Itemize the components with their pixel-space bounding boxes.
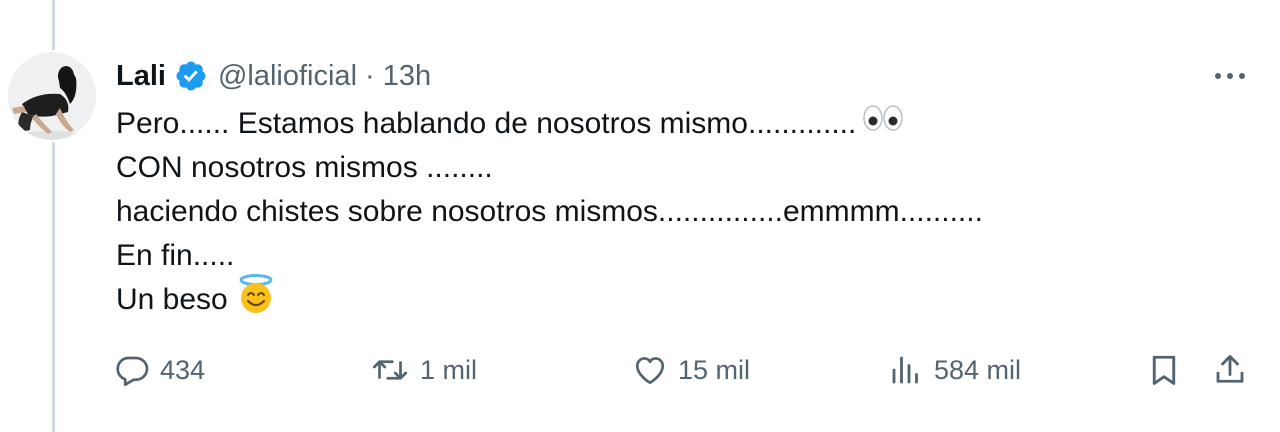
views-button[interactable]: 584 mil (888, 346, 1021, 394)
tweet-line: Pero...... Estamos hablando de nosotros … (116, 102, 1216, 146)
tweet-line-text: Un beso (116, 283, 228, 316)
share-icon (1212, 352, 1248, 388)
retweet-count: 1 mil (420, 354, 478, 385)
timestamp[interactable]: 13h (383, 60, 431, 93)
tweet-line: Un beso (116, 273, 1216, 322)
tweet[interactable]: Lali @lalioficial · 13h Pero...... Estam… (0, 0, 1280, 432)
reply-icon (114, 352, 150, 388)
tweet-line: En fin..... (116, 234, 1216, 278)
retweet-button[interactable]: 1 mil (370, 346, 477, 394)
tweet-actions: 434 1 mil 15 mil 584 mil (0, 346, 1280, 394)
views-count: 584 mil (934, 354, 1022, 385)
avatar[interactable] (8, 52, 96, 140)
share-button[interactable] (1212, 346, 1248, 394)
author-handle[interactable]: @lalioficial (218, 60, 357, 93)
avatar-photo (8, 52, 96, 140)
author-name[interactable]: Lali (116, 60, 166, 93)
more-icon[interactable] (1208, 62, 1252, 90)
tweet-line: CON nosotros mismos ........ (116, 146, 1216, 190)
like-button[interactable]: 15 mil (632, 346, 750, 394)
tweet-line-text: CON nosotros mismos ........ (116, 151, 493, 184)
tweet-header: Lali @lalioficial · 13h (116, 56, 431, 96)
smiling-face-with-halo-emoji (234, 273, 278, 327)
tweet-text: Pero...... Estamos hablando de nosotros … (116, 102, 1216, 322)
bookmark-button[interactable] (1146, 346, 1182, 394)
tweet-line-text: Pero...... Estamos hablando de nosotros … (116, 107, 857, 140)
more-dot (1227, 73, 1233, 79)
retweet-icon (370, 352, 410, 388)
like-count: 15 mil (678, 354, 751, 385)
tweet-line-text: haciendo chistes sobre nosotros mismos..… (116, 195, 983, 228)
bookmark-icon (1146, 352, 1182, 388)
reply-button[interactable]: 434 (114, 346, 205, 394)
more-dot (1215, 73, 1221, 79)
separator-dot: · (365, 59, 375, 92)
heart-icon (632, 352, 668, 388)
views-icon (888, 352, 924, 388)
tweet-line-text: En fin..... (116, 239, 235, 272)
eyes-emoji (862, 102, 904, 146)
tweet-line: haciendo chistes sobre nosotros mismos..… (116, 190, 1216, 234)
verified-badge-icon (174, 59, 208, 93)
more-dot (1239, 73, 1245, 79)
reply-count: 434 (160, 354, 206, 385)
